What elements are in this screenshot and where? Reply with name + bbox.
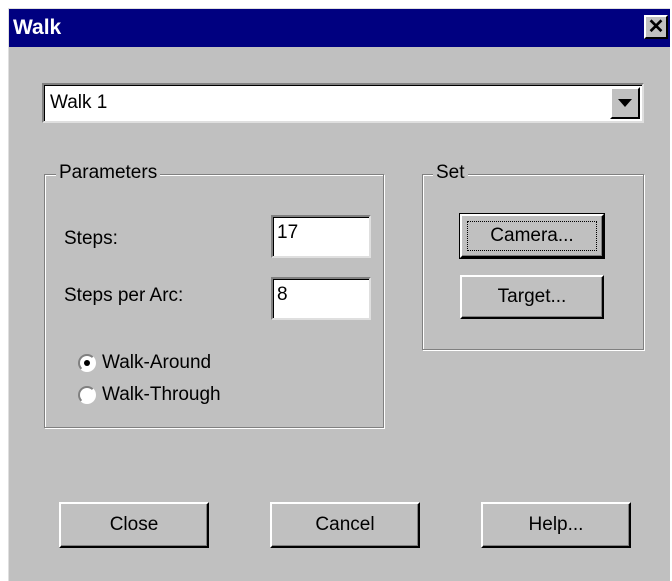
close-icon: ✕ [647,16,665,38]
radio-button[interactable] [78,386,96,404]
title-bar[interactable]: Walk ✕ [9,9,670,47]
set-legend: Set [433,162,468,184]
target-button[interactable]: Target... [460,275,604,319]
target-button-label: Target... [497,286,567,307]
close-button[interactable]: Close [59,502,209,548]
walk-dialog: Walk ✕ Walk 1 Parameters Steps: 17 Steps… [8,8,670,581]
cancel-button[interactable]: Cancel [270,502,420,548]
radio-button-selected[interactable] [78,354,96,372]
chevron-down-icon [618,99,632,107]
parameters-legend: Parameters [56,162,161,184]
help-button[interactable]: Help... [481,502,631,548]
cancel-button-label: Cancel [315,514,375,535]
camera-button[interactable]: Camera... [459,213,605,259]
walk-around-radio[interactable]: Walk-Around [78,352,211,374]
walk-through-label: Walk-Through [102,384,221,405]
steps-per-arc-label: Steps per Arc: [64,285,184,306]
steps-label: Steps: [64,228,118,249]
steps-per-arc-input[interactable]: 8 [271,277,371,320]
focus-indicator [467,221,597,251]
dropdown-button[interactable] [610,87,640,119]
parameters-group: Parameters Steps: 17 Steps per Arc: 8 Wa… [44,162,384,428]
close-button-label: Close [109,514,159,535]
walk-select-value: Walk 1 [50,92,108,113]
walk-around-label: Walk-Around [102,352,212,373]
window-title: Walk [13,16,62,39]
steps-input[interactable]: 17 [271,215,371,258]
set-group: Set Camera... Target... [422,162,644,350]
close-window-button[interactable]: ✕ [644,15,668,39]
walk-through-radio[interactable]: Walk-Through [78,384,221,406]
help-button-label: Help... [528,514,584,535]
walk-select-dropdown[interactable]: Walk 1 [42,83,644,123]
